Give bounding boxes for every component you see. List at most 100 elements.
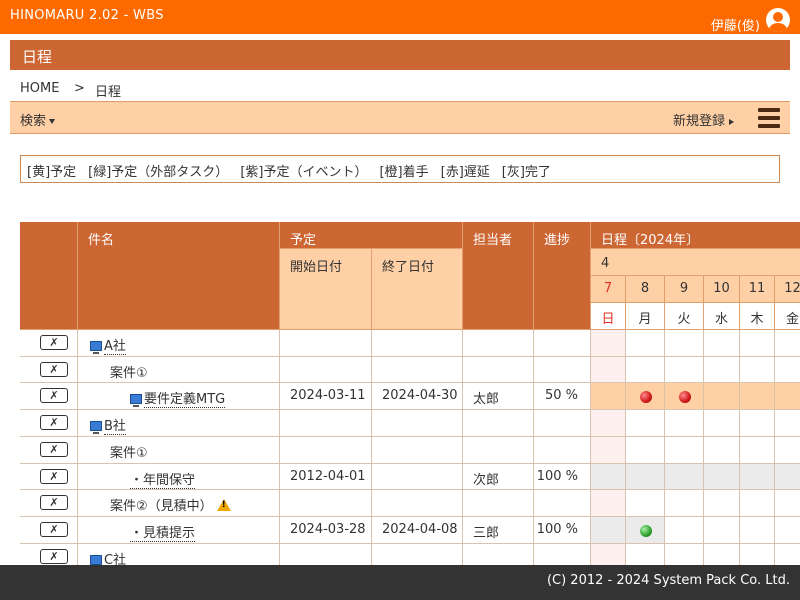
row-end-date (372, 357, 463, 383)
row-progress (534, 490, 591, 517)
row-progress (534, 437, 591, 464)
new-entry-label: 新規登録 (672, 114, 725, 129)
new-entry-button[interactable]: 新規登録 (673, 110, 734, 129)
header-day-number: 10 (704, 276, 740, 303)
red-status-dot-icon (640, 391, 652, 403)
schedule-day-cell (704, 490, 740, 517)
row-start-date (280, 330, 372, 357)
delete-button[interactable]: ✗ (40, 442, 68, 457)
schedule-day-cell (626, 544, 665, 565)
header-day-number: 7 (591, 276, 626, 303)
schedule-day-cell (704, 410, 740, 437)
delete-button[interactable]: ✗ (40, 415, 68, 430)
row-action-cell: ✗ (20, 490, 78, 517)
user-avatar-icon[interactable] (766, 7, 790, 32)
header-weekday: 月 (626, 303, 665, 330)
task-name[interactable]: A社 (90, 335, 126, 355)
row-start-date (280, 544, 372, 565)
row-assignee (463, 410, 534, 437)
row-end-date (372, 437, 463, 464)
task-name[interactable]: B社 (90, 415, 126, 435)
delete-button[interactable]: ✗ (40, 388, 68, 403)
schedule-day-cell (626, 517, 665, 544)
footer: (C) 2012 - 2024 System Pack Co. Ltd. (0, 565, 800, 600)
schedule-day-cell (665, 437, 704, 464)
delete-button[interactable]: ✗ (40, 495, 68, 510)
schedule-day-cell (591, 490, 626, 517)
header-day-number: 8 (626, 276, 665, 303)
progress-value: 100 % (536, 469, 578, 484)
schedule-day-cell (740, 383, 775, 410)
day-number: 11 (748, 281, 766, 296)
schedule-day-cell (704, 330, 740, 357)
task-name[interactable]: ・見積提示 (130, 522, 196, 542)
status-legend: [黄]予定 [緑]予定（外部タスク） [紫]予定（イベント） [橙]着手 [赤]遅延 [灰… (20, 155, 780, 183)
schedule-day-cell (704, 437, 740, 464)
red-status-dot-icon (679, 391, 691, 403)
delete-button[interactable]: ✗ (40, 549, 68, 564)
hamburger-menu-icon[interactable] (758, 108, 780, 128)
header-day-number: 11 (740, 276, 775, 303)
delete-button[interactable]: ✗ (40, 362, 68, 377)
task-name-text: B社 (104, 419, 126, 435)
header-end-date: 終了日付 (372, 249, 463, 330)
wbs-table: 件名 予定 開始日付 終了日付 担当者 進捗 日程〔2024年〕 4 7 日 8 月 9 火 10 水 11 木 1… (20, 222, 800, 565)
row-action-cell: ✗ (20, 410, 78, 437)
row-name-cell: 案件②（見積中） (78, 490, 280, 517)
header-name: 件名 (78, 222, 280, 330)
computer-icon (90, 341, 102, 354)
schedule-day-cell (626, 490, 665, 517)
search-dropdown-button[interactable]: 検索 (20, 110, 56, 129)
schedule-day-cell (775, 357, 800, 383)
task-name: 案件① (110, 442, 148, 461)
search-label: 検索 (20, 114, 47, 129)
weekday-label: 木 (750, 312, 764, 327)
row-progress: 100 % (534, 517, 591, 544)
start-date-value: 2024-03-28 (290, 522, 366, 537)
row-progress: 50 % (534, 383, 591, 410)
legend-item: [橙]着手 (379, 165, 429, 180)
row-assignee (463, 437, 534, 464)
delete-button[interactable]: ✗ (40, 522, 68, 537)
task-name-text: C社 (104, 553, 127, 565)
progress-value: 100 % (536, 522, 578, 537)
schedule-day-cell (740, 490, 775, 517)
schedule-day-cell (704, 357, 740, 383)
delete-button[interactable]: ✗ (40, 469, 68, 484)
schedule-day-cell (775, 410, 800, 437)
schedule-day-cell (740, 437, 775, 464)
task-name[interactable]: ・年間保守 (130, 469, 196, 489)
row-end-date (372, 544, 463, 565)
user-name[interactable]: 伊藤(俊) (711, 15, 760, 34)
row-start-date (280, 490, 372, 517)
triangle-right-icon (729, 118, 734, 125)
row-start-date: 2012-04-01 (280, 464, 372, 490)
task-name[interactable]: C社 (90, 549, 127, 565)
task-name[interactable]: 要件定義MTG (130, 388, 226, 408)
task-name-text: 案件① (110, 446, 148, 461)
assignee-value: 太郎 (473, 392, 500, 407)
delete-button[interactable]: ✗ (40, 335, 68, 350)
schedule-day-cell (591, 383, 626, 410)
toolbar: 検索 新規登録 (10, 102, 790, 134)
header-plan: 予定 (280, 222, 463, 249)
header-month: 4 (591, 249, 800, 276)
legend-item: [黄]予定 (27, 165, 77, 180)
day-number: 8 (640, 281, 650, 296)
breadcrumb-home[interactable]: HOME (20, 81, 59, 96)
row-name-cell: A社 (78, 330, 280, 357)
header-end-label: 終了日付 (382, 260, 435, 275)
header-weekday: 火 (665, 303, 704, 330)
row-end-date (372, 410, 463, 437)
header-weekday: 水 (704, 303, 740, 330)
header-weekday: 木 (740, 303, 775, 330)
schedule-day-cell (665, 330, 704, 357)
app-title: HINOMARU 2.02 - WBS (10, 8, 164, 23)
end-date-value: 2024-04-08 (382, 522, 458, 537)
schedule-day-cell (626, 383, 665, 410)
user-menu[interactable]: 伊藤(俊) (711, 5, 790, 34)
legend-item: [赤]遅延 (440, 165, 490, 180)
computer-icon (90, 555, 102, 565)
schedule-day-cell (665, 490, 704, 517)
row-progress (534, 330, 591, 357)
